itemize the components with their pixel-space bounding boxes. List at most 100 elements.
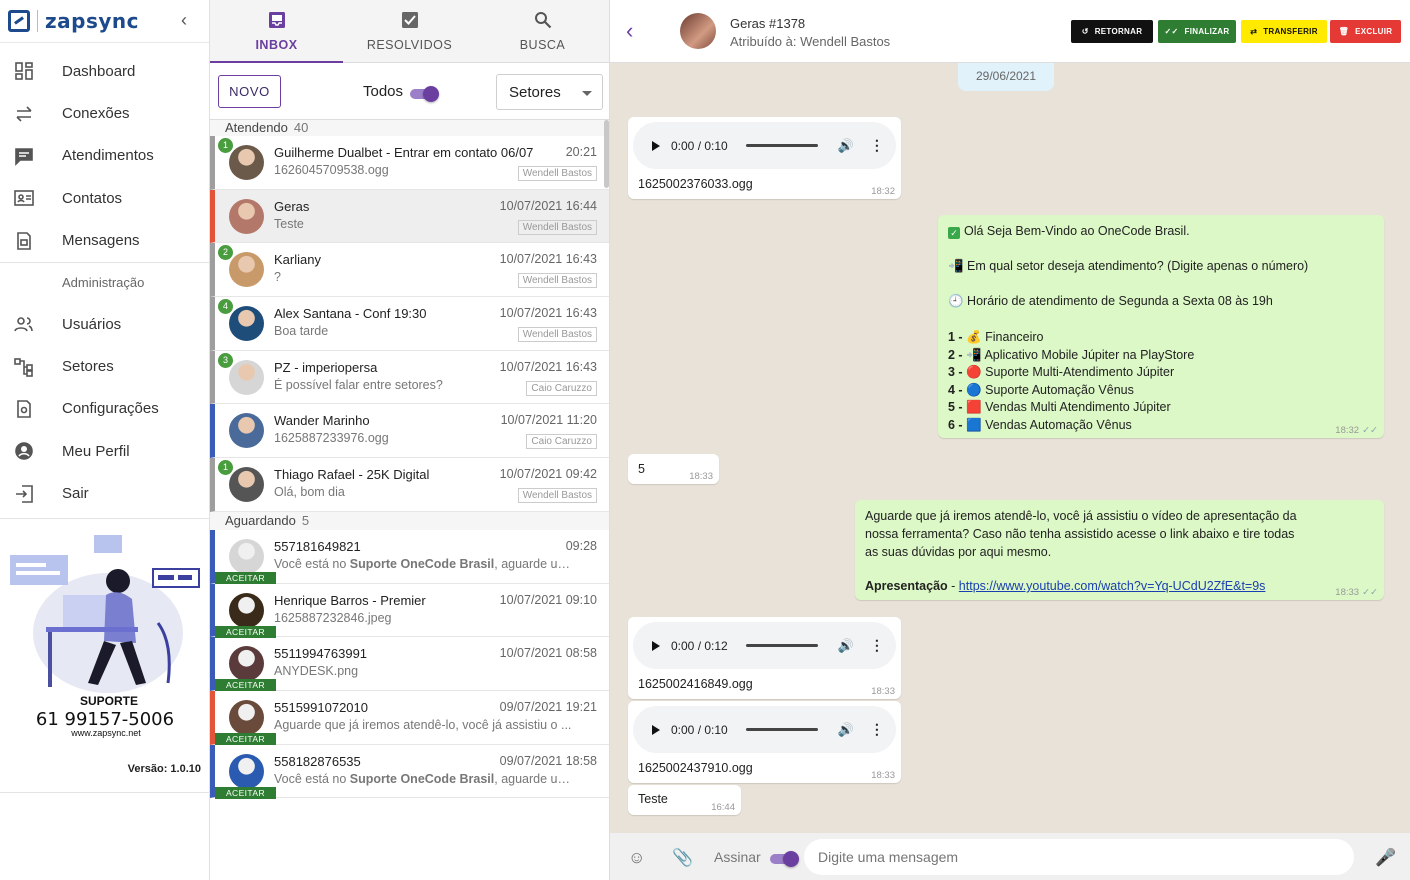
- chat-assignee: Atribuído à: Wendell Bastos: [730, 34, 891, 49]
- more-vert-icon[interactable]: ⋮: [870, 137, 884, 154]
- accept-button[interactable]: ACEITAR: [215, 732, 276, 745]
- wait-line-1: Aguarde que já iremos atendê-lo, você já…: [865, 509, 1297, 523]
- volume-icon[interactable]: 🔊: [838, 722, 854, 738]
- ticket-time: 10/07/2021 16:43: [499, 359, 597, 374]
- audio-player[interactable]: 0:00 / 0:10 🔊 ⋮: [633, 122, 896, 169]
- nav-item-sair[interactable]: Sair: [0, 473, 209, 515]
- audio-progress[interactable]: [745, 144, 818, 147]
- nav-item-dashboard[interactable]: Dashboard: [0, 50, 209, 92]
- new-ticket-button[interactable]: NOVO: [218, 74, 281, 108]
- message-time: 18:33 ✓✓: [1335, 587, 1378, 598]
- ticket-row[interactable]: 1 Guilherme Dualbet - Entrar em contato 0…: [210, 136, 609, 190]
- phone-arrow-icon: 📲: [948, 259, 968, 273]
- attach-icon[interactable]: 📎: [672, 848, 693, 868]
- tab-inbox[interactable]: INBOX: [210, 0, 343, 63]
- ticket-row[interactable]: 3 PZ - imperiopersa 10/07/2021 16:43 É poss…: [210, 350, 609, 405]
- nav-item-contatos[interactable]: Contatos: [0, 177, 209, 219]
- nav-item-meu-perfil[interactable]: Meu Perfil: [0, 430, 209, 472]
- button-label: RETORNAR: [1094, 27, 1143, 36]
- ticket-last-message: Você está no Suporte OneCode Brasil, agu…: [274, 772, 574, 786]
- greeting-line: ✓ Olá Seja Bem-Vindo ao OneCode Brasil.: [948, 224, 1190, 239]
- message-input[interactable]: [804, 839, 1354, 875]
- audio-progress[interactable]: [745, 644, 818, 647]
- play-icon[interactable]: [652, 724, 660, 735]
- option-emoji-icon: 🟦: [966, 418, 982, 432]
- avatar: [229, 252, 264, 288]
- contact-avatar[interactable]: [680, 13, 716, 49]
- nav-item-setores[interactable]: Setores: [0, 345, 209, 387]
- play-icon[interactable]: [652, 140, 660, 151]
- nav-item-mensagens[interactable]: Mensagens: [0, 220, 209, 262]
- ticket-row[interactable]: 2 Karliany 10/07/2021 16:43? Wendell Bastos: [210, 243, 609, 298]
- more-vert-icon[interactable]: ⋮: [870, 637, 884, 654]
- ticket-time: 09:28: [565, 538, 597, 553]
- nav-item-configuracoes[interactable]: Configurações: [0, 388, 209, 430]
- audio-message: 0:00 / 0:10 🔊 ⋮ 1625002376033.ogg 18:32: [628, 117, 901, 199]
- ticket-row[interactable]: 558182876535 09/07/2021 18:58 Você está no…: [210, 744, 609, 799]
- accept-button[interactable]: ACEITAR: [215, 679, 276, 692]
- ticket-time: 10/07/2021 08:58: [499, 646, 597, 661]
- microphone-icon[interactable]: 🎤: [1375, 848, 1396, 868]
- accept-button[interactable]: ACEITAR: [215, 625, 276, 638]
- option-number: 1 -: [948, 330, 963, 344]
- ticket-row[interactable]: 5511994763991 10/07/2021 08:58 ANYDESK.png…: [210, 637, 609, 692]
- ticket-row[interactable]: Wander Marinho 10/07/2021 11:20 1625887233…: [210, 404, 609, 459]
- nav-item-conexoes[interactable]: Conexões: [0, 92, 209, 134]
- more-vert-icon[interactable]: ⋮: [870, 721, 884, 738]
- last-pre: Aguarde que já iremos atendê-lo, você já…: [274, 717, 572, 732]
- ticket-row[interactable]: 1 Thiago Rafael - 25K Digital 10/07/2021 0…: [210, 458, 609, 512]
- brand-name: zapsync: [45, 9, 139, 33]
- avatar: [229, 646, 264, 682]
- delete-button[interactable]: 🗑 EXCLUIR: [1330, 20, 1401, 43]
- assigned-user-badge: Caio Caruzzo: [526, 380, 597, 396]
- chevron-left-icon[interactable]: ‹: [181, 10, 187, 31]
- back-arrow-icon[interactable]: ‹: [626, 18, 633, 44]
- ticket-row[interactable]: 557181649821 09:28 Você está no Suporte On…: [210, 529, 609, 584]
- option-text: Aplicativo Mobile Júpiter na PlayStore: [984, 347, 1195, 362]
- youtube-link[interactable]: https://www.youtube.com/watch?v=Yq-UCdU2…: [959, 579, 1266, 593]
- option-number: 3 -: [948, 365, 963, 380]
- message-time: 16:44: [711, 802, 735, 813]
- ticket-row[interactable]: 5515991072010 09/07/2021 19:21 Aguarde que…: [210, 690, 609, 745]
- last-pre: ANYDESK.png: [274, 664, 359, 679]
- nav-item-usuarios[interactable]: Usuários: [0, 303, 209, 345]
- finish-button[interactable]: ✓✓ FINALIZAR: [1158, 20, 1236, 43]
- accept-button[interactable]: ACEITAR: [215, 571, 276, 584]
- volume-icon[interactable]: 🔊: [838, 138, 854, 154]
- show-all-label: Todos: [363, 83, 404, 100]
- return-button[interactable]: ↺ RETORNAR: [1071, 20, 1153, 43]
- ticket-row[interactable]: 4 Alex Santana - Conf 19:30 10/07/2021 16:…: [210, 297, 609, 351]
- play-icon[interactable]: [652, 640, 660, 651]
- brand-row: zapsync ‹: [0, 0, 209, 43]
- show-all-toggle[interactable]: [410, 86, 439, 102]
- message-time: 18:33: [871, 770, 895, 781]
- audio-player[interactable]: 0:00 / 0:10 🔊 ⋮: [633, 706, 896, 753]
- search-icon: [534, 11, 551, 28]
- emoji-icon[interactable]: ☺: [628, 848, 645, 868]
- accept-button[interactable]: ACEITAR: [215, 786, 276, 799]
- tab-busca[interactable]: BUSCA: [476, 0, 609, 62]
- button-label: TRANSFERIR: [1263, 27, 1318, 36]
- transfer-button[interactable]: ⇄ TRANSFERIR: [1241, 20, 1327, 43]
- waiting-list: 557181649821 09:28 Você está no Suporte On…: [210, 529, 609, 799]
- ticket-list-scrollbar[interactable]: [604, 120, 609, 188]
- option-number: 4 -: [948, 382, 963, 397]
- sign-toggle[interactable]: [770, 851, 799, 867]
- last-bold: Suporte OneCode Brasil: [349, 771, 495, 786]
- volume-icon[interactable]: 🔊: [838, 638, 854, 654]
- message-text: Teste: [638, 792, 668, 806]
- avatar: [229, 538, 264, 574]
- ticket-row[interactable]: Henrique Barros - Premier 10/07/2021 09:1…: [210, 583, 609, 638]
- sector-select[interactable]: Setores: [496, 74, 603, 110]
- nav-item-atendimentos[interactable]: Atendimentos: [0, 135, 209, 177]
- reply-message: 5 18:33: [628, 454, 719, 484]
- assigned-user-badge: Caio Caruzzo: [526, 434, 597, 450]
- message-file-icon: [14, 231, 34, 251]
- assigned-user-badge: Wendell Bastos: [517, 273, 597, 289]
- ticket-name: Guilherme Dualbet - Entrar em contato 06…: [274, 145, 534, 160]
- ticket-row[interactable]: Geras 10/07/2021 16:44 Teste Wendell Bastos: [210, 189, 609, 244]
- audio-progress[interactable]: [745, 728, 818, 731]
- avatar: [229, 699, 264, 735]
- audio-player[interactable]: 0:00 / 0:12 🔊 ⋮: [633, 622, 896, 669]
- tab-resolvidos[interactable]: RESOLVIDOS: [343, 0, 476, 62]
